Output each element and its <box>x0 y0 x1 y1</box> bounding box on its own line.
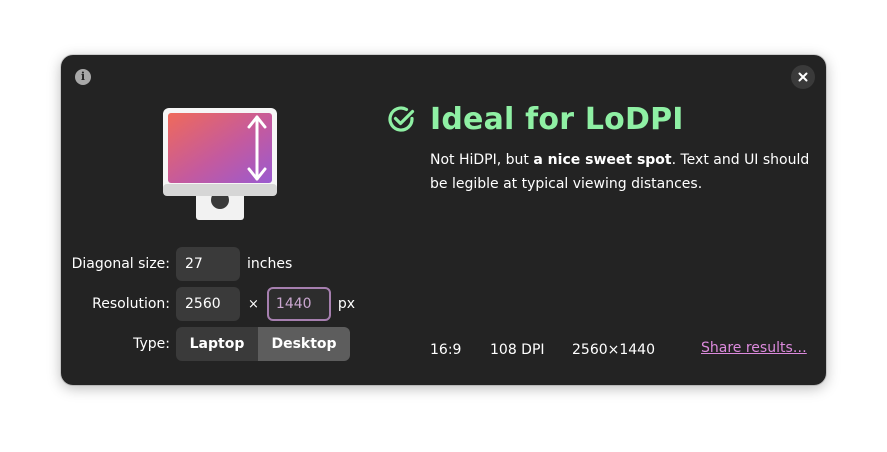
dialog-window: i Diagonal size: 27 inches Resolution: 2… <box>61 55 826 385</box>
diagonal-label: Diagonal size: <box>71 256 170 272</box>
share-results-link[interactable]: Share results… <box>701 340 807 356</box>
desc-prefix: Not HiDPI, but <box>430 152 534 168</box>
type-laptop-button[interactable]: Laptop <box>176 327 258 361</box>
dpi-value: 108 DPI <box>490 342 545 358</box>
resolution-value: 2560×1440 <box>572 342 655 358</box>
result-description: Not HiDPI, but a nice sweet spot. Text a… <box>430 148 815 196</box>
resolution-unit: px <box>337 296 356 312</box>
resolution-row: Resolution: 2560 × 1440 px <box>61 287 355 321</box>
monitor-icon <box>163 108 277 221</box>
type-label: Type: <box>133 336 170 352</box>
close-icon <box>798 72 808 82</box>
resolution-width-input[interactable]: 2560 <box>176 287 240 321</box>
result-heading: Ideal for LoDPI <box>387 102 684 137</box>
stats-row: 16:9 108 DPI 2560×1440 <box>430 342 655 358</box>
type-row: Type: Laptop Desktop <box>61 327 350 361</box>
aspect-ratio: 16:9 <box>430 342 462 358</box>
diagonal-input[interactable]: 27 <box>176 247 240 281</box>
check-circle-icon <box>388 106 415 132</box>
close-button[interactable] <box>791 65 815 89</box>
resolution-height-input[interactable]: 1440 <box>266 287 331 321</box>
info-icon: i <box>80 70 86 83</box>
times-symbol: × <box>248 296 259 312</box>
type-desktop-button[interactable]: Desktop <box>258 327 350 361</box>
type-toggle-group: Laptop Desktop <box>176 327 350 361</box>
resolution-label: Resolution: <box>92 296 170 312</box>
desc-bold: a nice sweet spot <box>533 152 672 168</box>
result-title: Ideal for LoDPI <box>430 102 684 137</box>
diagonal-row: Diagonal size: 27 inches <box>61 247 292 281</box>
info-button[interactable]: i <box>75 69 91 85</box>
diagonal-unit: inches <box>247 256 293 272</box>
